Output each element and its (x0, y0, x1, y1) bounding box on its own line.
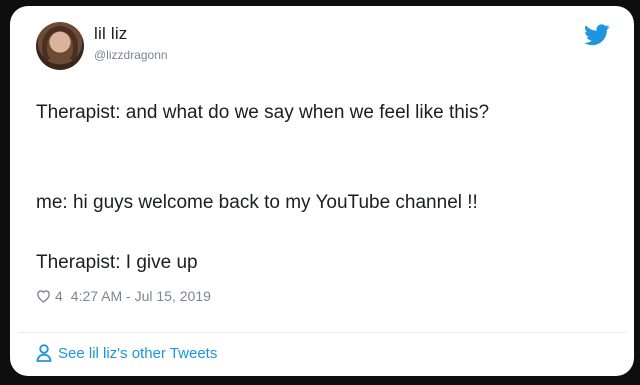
timestamp[interactable]: 4:27 AM - Jul 15, 2019 (71, 288, 211, 304)
heart-icon[interactable] (36, 289, 51, 303)
tweet-line-therapist-reply: Therapist: I give up (36, 252, 198, 273)
twitter-bird-icon[interactable] (584, 24, 610, 46)
user-handle[interactable]: @lizzdragonn (94, 48, 168, 62)
tweet-line-me-answer: me: hi guys welcome back to my YouTube c… (36, 192, 478, 213)
other-tweets-link[interactable]: See lil liz's other Tweets (36, 344, 217, 362)
like-count[interactable]: 4 (55, 288, 63, 304)
other-tweets-label[interactable]: See lil liz's other Tweets (58, 345, 217, 362)
display-name[interactable]: lil liz (94, 24, 128, 44)
divider (18, 332, 626, 333)
avatar-hair (42, 26, 78, 66)
tweet-card: lil liz @lizzdragonn Therapist: and what… (10, 6, 634, 376)
avatar[interactable] (36, 22, 84, 70)
tweet-meta: 4 4:27 AM - Jul 15, 2019 (36, 288, 211, 304)
person-icon (36, 344, 52, 362)
tweet-line-therapist-question: Therapist: and what do we say when we fe… (36, 102, 490, 123)
